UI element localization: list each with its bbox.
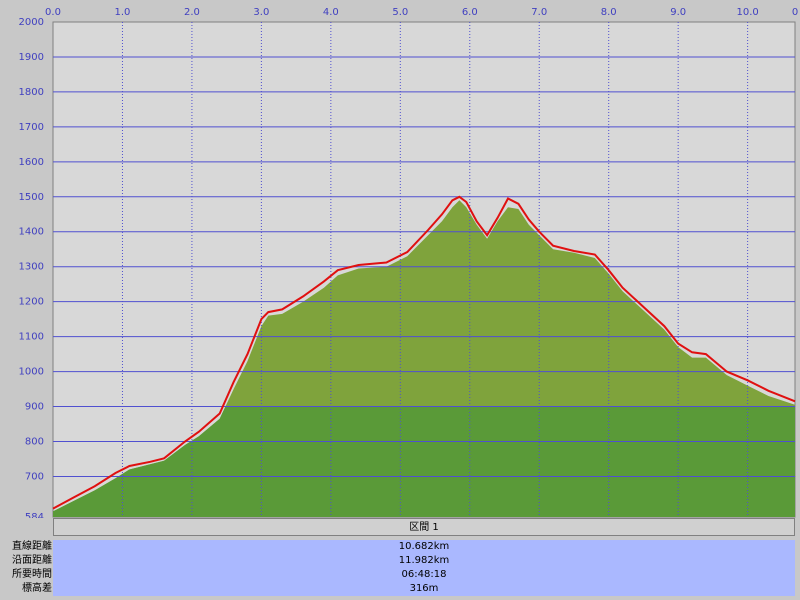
elevation-chart: 0.0 1.0 2.0 3.0 4.0 5.0 6.0 7.0 8.0 9.0 10.0 0 2000… <box>19 7 799 518</box>
x-tick-label: 4.0 <box>323 7 339 18</box>
y-tick-label: 1300 <box>19 262 44 273</box>
y-tick-label: 2000 <box>19 17 44 28</box>
x-tick-label: 8.0 <box>601 7 617 18</box>
summary-table: 区間 1 直線距離 10.682km 沿面距離 11.982km 所要時間 06… <box>0 518 800 600</box>
y-tick-label: 1100 <box>19 332 44 343</box>
y-tick-label: 800 <box>25 436 44 447</box>
row-label: 直線距離 <box>12 541 52 552</box>
row-value: 10.682km <box>53 540 795 554</box>
y-tick-label: 1200 <box>19 297 44 308</box>
row-value: 316m <box>53 582 795 596</box>
x-tick-label: 6.0 <box>462 7 478 18</box>
row-label: 所要時間 <box>12 569 52 580</box>
x-tick-label: 10.0 <box>736 7 758 18</box>
x-tick-label: 3.0 <box>253 7 269 18</box>
y-tick-label: 1900 <box>19 52 44 63</box>
y-tick-label: 1700 <box>19 122 44 133</box>
x-tick-label: 1.0 <box>115 7 131 18</box>
table-row: 所要時間 06:48:18 <box>0 568 800 582</box>
x-tick-label: 0.0 <box>45 7 61 18</box>
x-tick-label: 0 <box>792 7 798 18</box>
row-label: 沿面距離 <box>12 555 52 566</box>
x-tick-label: 7.0 <box>531 7 547 18</box>
section-header: 区間 1 <box>53 518 795 536</box>
x-tick-label: 2.0 <box>184 7 200 18</box>
y-tick-label: 1500 <box>19 192 44 203</box>
y-tick-label: 1400 <box>19 227 44 238</box>
table-row: 直線距離 10.682km <box>0 540 800 554</box>
table-row: 沿面距離 11.982km <box>0 554 800 568</box>
y-tick-label: 1000 <box>19 367 44 378</box>
y-tick-label: 700 <box>25 471 44 482</box>
x-tick-label: 5.0 <box>392 7 408 18</box>
row-value: 11.982km <box>53 554 795 568</box>
x-tick-label: 9.0 <box>670 7 686 18</box>
y-tick-label: 1600 <box>19 157 44 168</box>
row-label: 標高差 <box>22 583 52 594</box>
y-tick-label: 900 <box>25 402 44 413</box>
table-row: 標高差 316m <box>0 582 800 596</box>
row-value: 06:48:18 <box>53 568 795 582</box>
y-tick-label: 1800 <box>19 87 44 98</box>
